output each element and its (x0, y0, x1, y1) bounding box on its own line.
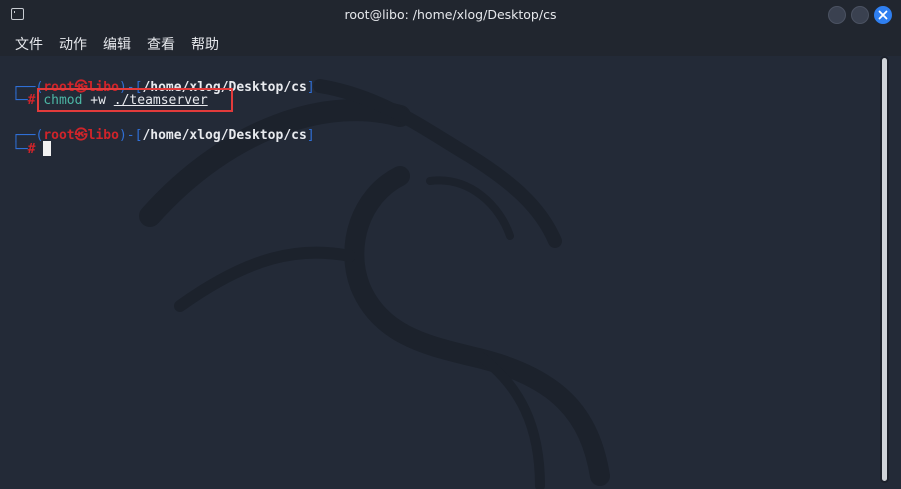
prompt-frame-close: ] (306, 80, 315, 95)
terminal-window: root@libo: /home/xlog/Desktop/cs 文件 动作 编… (0, 0, 901, 489)
minimize-button[interactable] (828, 6, 846, 24)
menu-edit[interactable]: 编辑 (103, 34, 131, 54)
prompt-symbol: # (27, 142, 36, 157)
terminal-area[interactable]: ┌──(root㉿libo)-[/home/xlog/Desktop/cs] └… (0, 56, 901, 489)
menu-help[interactable]: 帮助 (191, 34, 219, 54)
menu-view[interactable]: 查看 (147, 34, 175, 54)
prompt-frame-bottom: └─ (12, 93, 28, 108)
prompt-host: libo (87, 128, 119, 143)
highlight-box (37, 88, 233, 112)
prompt-symbol: # (27, 93, 36, 108)
prompt-frame-bottom: └─ (12, 142, 28, 157)
prompt-at-symbol: ㉿ (74, 128, 88, 143)
window-title: root@libo: /home/xlog/Desktop/cs (344, 7, 557, 22)
text-cursor (43, 141, 52, 156)
scrollbar[interactable] (880, 56, 889, 483)
close-icon (878, 10, 888, 20)
command-line-2[interactable]: └─# (12, 141, 52, 157)
menu-file[interactable]: 文件 (15, 34, 43, 54)
prompt-frame-mid: )-[ (118, 128, 143, 143)
menu-bar: 文件 动作 编辑 查看 帮助 (0, 30, 901, 56)
scrollbar-thumb[interactable] (882, 58, 887, 481)
close-button[interactable] (874, 6, 892, 24)
menu-actions[interactable]: 动作 (59, 34, 87, 54)
prompt-line-2: ┌──(root㉿libo)-[/home/xlog/Desktop/cs] (12, 124, 315, 143)
prompt-frame-close: ] (306, 128, 315, 143)
prompt-path: /home/xlog/Desktop/cs (142, 128, 307, 143)
kali-dragon-watermark-icon (139, 79, 610, 489)
title-bar[interactable]: root@libo: /home/xlog/Desktop/cs (0, 0, 901, 30)
maximize-button[interactable] (851, 6, 869, 24)
